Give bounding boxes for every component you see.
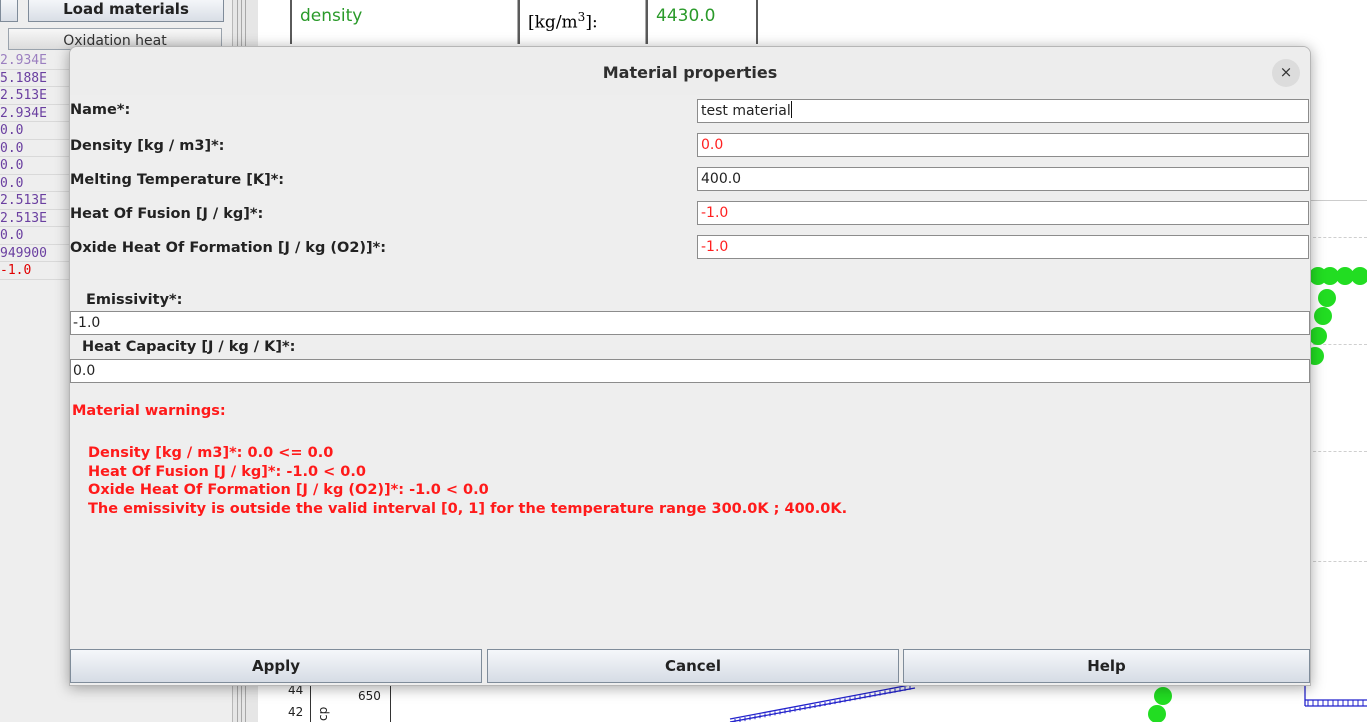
name-value: test material (701, 103, 791, 119)
blue-line (729, 683, 916, 720)
density-input[interactable]: 0.0 (697, 133, 1309, 157)
warning-item: Oxide Heat Of Formation [J / kg (O2)]*: … (88, 482, 489, 498)
oxide-heat-of-formation-input[interactable]: -1.0 (697, 235, 1309, 259)
tick-label-42: 42 (288, 705, 304, 719)
oxide-heat-of-formation-label: Oxide Heat Of Formation [J / kg (O2)]*: (70, 240, 387, 256)
close-icon: × (1279, 63, 1293, 81)
cp-axis-label: cp (316, 706, 330, 721)
warning-item: Density [kg / m3]*: 0.0 <= 0.0 (88, 445, 334, 461)
dialog-button-row: Apply Cancel Help (70, 649, 1310, 685)
heat-capacity-input[interactable]: 0.0 (70, 359, 1310, 383)
blue-line (729, 687, 916, 722)
melting-temperature-input[interactable]: 400.0 (697, 167, 1309, 191)
emissivity-label: Emissivity*: (86, 292, 183, 308)
close-button[interactable]: × (1272, 59, 1300, 87)
emissivity-input[interactable]: -1.0 (70, 311, 1310, 335)
apply-button[interactable]: Apply (70, 649, 482, 683)
field-row-oxide-heat-of-formation: Oxide Heat Of Formation [J / kg (O2)]*: … (70, 235, 1310, 259)
warning-item: The emissivity is outside the valid inte… (88, 500, 848, 517)
green-point (1154, 687, 1172, 705)
help-button[interactable]: Help (903, 649, 1310, 683)
field-row-melting-temperature: Melting Temperature [K]*: 400.0 (70, 167, 1310, 191)
green-point (1314, 307, 1332, 325)
green-point (1148, 705, 1166, 722)
cancel-button[interactable]: Cancel (487, 649, 899, 683)
heat-capacity-label: Heat Capacity [J / kg / K]*: (82, 339, 296, 355)
green-point (1309, 327, 1327, 345)
melting-temperature-label: Melting Temperature [K]*: (70, 172, 285, 188)
blue-series (729, 683, 1367, 722)
material-warnings-list: Density [kg / m3]*: 0.0 <= 0.0 Heat Of F… (88, 444, 847, 518)
heat-of-fusion-label: Heat Of Fusion [J / kg]*: (70, 206, 264, 222)
chart-axis-region: 44 42 650 cp (258, 683, 398, 722)
text-caret (790, 101, 792, 118)
green-point (1318, 289, 1336, 307)
name-label: Name*: (70, 102, 131, 118)
material-properties-dialog: Material properties × Name*: test materi… (69, 46, 1311, 686)
green-point (1351, 267, 1367, 285)
density-label: Density [kg / m3]*: (70, 138, 225, 154)
warning-item: Heat Of Fusion [J / kg]*: -1.0 < 0.0 (88, 463, 366, 480)
y-axis-line (390, 683, 391, 722)
tick-label-650: 650 (358, 689, 381, 703)
dialog-titlebar[interactable]: Material properties × (70, 47, 1310, 95)
material-warnings-title: Material warnings: (72, 403, 226, 419)
dialog-title: Material properties (602, 63, 778, 82)
heat-of-fusion-input[interactable]: -1.0 (697, 201, 1309, 225)
field-row-heat-of-fusion: Heat Of Fusion [J / kg]*: -1.0 (70, 201, 1310, 225)
y-axis-line (310, 683, 311, 722)
name-input[interactable]: test material (697, 99, 1309, 123)
field-row-name: Name*: test material (70, 99, 1310, 123)
field-row-density: Density [kg / m3]*: 0.0 (70, 133, 1310, 157)
